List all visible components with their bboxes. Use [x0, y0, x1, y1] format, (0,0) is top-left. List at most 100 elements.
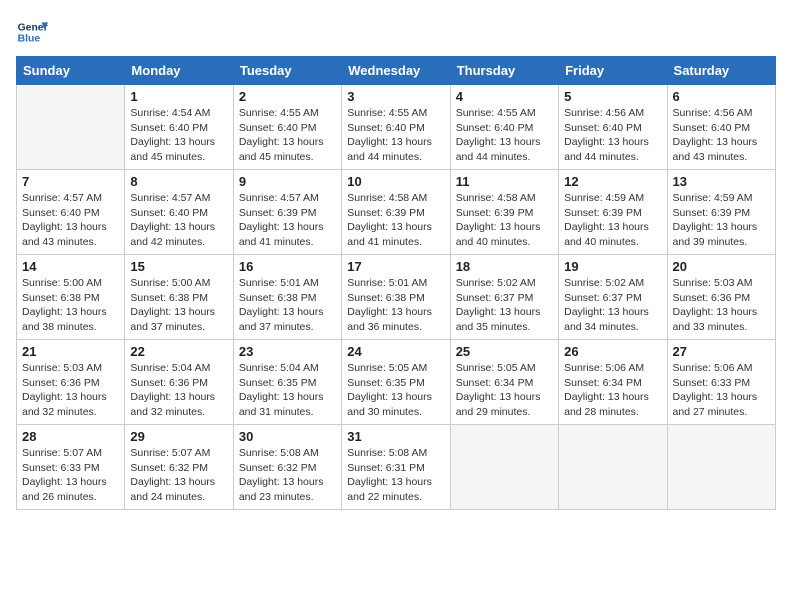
weekday-header-friday: Friday	[559, 57, 667, 85]
day-number: 19	[564, 259, 661, 274]
day-info: Sunrise: 5:05 AMSunset: 6:35 PMDaylight:…	[347, 361, 444, 420]
day-info: Sunrise: 5:05 AMSunset: 6:34 PMDaylight:…	[456, 361, 553, 420]
day-number: 2	[239, 89, 336, 104]
calendar-cell: 24 Sunrise: 5:05 AMSunset: 6:35 PMDayligh…	[342, 340, 450, 425]
calendar-cell: 26 Sunrise: 5:06 AMSunset: 6:34 PMDayligh…	[559, 340, 667, 425]
calendar-week-1: 1 Sunrise: 4:54 AMSunset: 6:40 PMDaylight…	[17, 85, 776, 170]
day-number: 16	[239, 259, 336, 274]
day-info: Sunrise: 4:56 AMSunset: 6:40 PMDaylight:…	[564, 106, 661, 165]
calendar-cell: 27 Sunrise: 5:06 AMSunset: 6:33 PMDayligh…	[667, 340, 775, 425]
day-number: 7	[22, 174, 119, 189]
calendar-week-3: 14 Sunrise: 5:00 AMSunset: 6:38 PMDayligh…	[17, 255, 776, 340]
calendar-cell: 5 Sunrise: 4:56 AMSunset: 6:40 PMDaylight…	[559, 85, 667, 170]
day-number: 29	[130, 429, 227, 444]
calendar-cell: 25 Sunrise: 5:05 AMSunset: 6:34 PMDayligh…	[450, 340, 558, 425]
day-info: Sunrise: 5:03 AMSunset: 6:36 PMDaylight:…	[673, 276, 770, 335]
weekday-header-monday: Monday	[125, 57, 233, 85]
day-info: Sunrise: 4:59 AMSunset: 6:39 PMDaylight:…	[564, 191, 661, 250]
day-number: 11	[456, 174, 553, 189]
day-info: Sunrise: 5:04 AMSunset: 6:35 PMDaylight:…	[239, 361, 336, 420]
calendar-cell: 17 Sunrise: 5:01 AMSunset: 6:38 PMDayligh…	[342, 255, 450, 340]
day-number: 23	[239, 344, 336, 359]
calendar-cell: 29Sunrise: 5:07 AMSunset: 6:32 PMDayligh…	[125, 425, 233, 510]
calendar-cell	[559, 425, 667, 510]
weekday-header-wednesday: Wednesday	[342, 57, 450, 85]
day-number: 21	[22, 344, 119, 359]
day-info: Sunrise: 5:08 AMSunset: 6:32 PMDaylight:…	[239, 446, 336, 505]
calendar-cell	[17, 85, 125, 170]
calendar-week-2: 7 Sunrise: 4:57 AMSunset: 6:40 PMDaylight…	[17, 170, 776, 255]
day-number: 31	[347, 429, 444, 444]
calendar-week-4: 21Sunrise: 5:03 AMSunset: 6:36 PMDayligh…	[17, 340, 776, 425]
day-info: Sunrise: 5:08 AMSunset: 6:31 PMDaylight:…	[347, 446, 444, 505]
logo-icon: General Blue	[16, 16, 48, 48]
calendar-cell: 14Sunrise: 5:00 AMSunset: 6:38 PMDayligh…	[17, 255, 125, 340]
calendar-cell: 30Sunrise: 5:08 AMSunset: 6:32 PMDayligh…	[233, 425, 341, 510]
day-info: Sunrise: 4:57 AMSunset: 6:39 PMDaylight:…	[239, 191, 336, 250]
day-number: 27	[673, 344, 770, 359]
day-number: 3	[347, 89, 444, 104]
calendar-cell: 8 Sunrise: 4:57 AMSunset: 6:40 PMDaylight…	[125, 170, 233, 255]
calendar-week-5: 28Sunrise: 5:07 AMSunset: 6:33 PMDayligh…	[17, 425, 776, 510]
day-info: Sunrise: 4:55 AMSunset: 6:40 PMDaylight:…	[347, 106, 444, 165]
weekday-header-row: SundayMondayTuesdayWednesdayThursdayFrid…	[17, 57, 776, 85]
day-info: Sunrise: 5:07 AMSunset: 6:33 PMDaylight:…	[22, 446, 119, 505]
day-info: Sunrise: 5:02 AMSunset: 6:37 PMDaylight:…	[456, 276, 553, 335]
page-header: General Blue	[16, 16, 776, 48]
day-info: Sunrise: 4:55 AMSunset: 6:40 PMDaylight:…	[456, 106, 553, 165]
day-number: 9	[239, 174, 336, 189]
day-info: Sunrise: 4:58 AMSunset: 6:39 PMDaylight:…	[456, 191, 553, 250]
calendar-cell: 23 Sunrise: 5:04 AMSunset: 6:35 PMDayligh…	[233, 340, 341, 425]
weekday-header-saturday: Saturday	[667, 57, 775, 85]
day-number: 15	[130, 259, 227, 274]
day-info: Sunrise: 4:57 AMSunset: 6:40 PMDaylight:…	[130, 191, 227, 250]
day-number: 8	[130, 174, 227, 189]
calendar-cell: 1 Sunrise: 4:54 AMSunset: 6:40 PMDaylight…	[125, 85, 233, 170]
day-number: 25	[456, 344, 553, 359]
day-number: 10	[347, 174, 444, 189]
day-number: 26	[564, 344, 661, 359]
day-info: Sunrise: 5:04 AMSunset: 6:36 PMDaylight:…	[130, 361, 227, 420]
calendar-cell: 31 Sunrise: 5:08 AMSunset: 6:31 PMDayligh…	[342, 425, 450, 510]
day-info: Sunrise: 5:06 AMSunset: 6:33 PMDaylight:…	[673, 361, 770, 420]
calendar-cell: 3 Sunrise: 4:55 AMSunset: 6:40 PMDaylight…	[342, 85, 450, 170]
calendar-cell: 20 Sunrise: 5:03 AMSunset: 6:36 PMDayligh…	[667, 255, 775, 340]
calendar-cell: 16 Sunrise: 5:01 AMSunset: 6:38 PMDayligh…	[233, 255, 341, 340]
calendar-cell: 28Sunrise: 5:07 AMSunset: 6:33 PMDayligh…	[17, 425, 125, 510]
weekday-header-tuesday: Tuesday	[233, 57, 341, 85]
day-info: Sunrise: 4:55 AMSunset: 6:40 PMDaylight:…	[239, 106, 336, 165]
day-number: 5	[564, 89, 661, 104]
calendar-cell: 12 Sunrise: 4:59 AMSunset: 6:39 PMDayligh…	[559, 170, 667, 255]
calendar-cell: 4 Sunrise: 4:55 AMSunset: 6:40 PMDaylight…	[450, 85, 558, 170]
calendar-cell: 19Sunrise: 5:02 AMSunset: 6:37 PMDayligh…	[559, 255, 667, 340]
day-info: Sunrise: 4:56 AMSunset: 6:40 PMDaylight:…	[673, 106, 770, 165]
weekday-header-thursday: Thursday	[450, 57, 558, 85]
svg-text:Blue: Blue	[18, 34, 41, 45]
day-number: 1	[130, 89, 227, 104]
calendar-cell: 10Sunrise: 4:58 AMSunset: 6:39 PMDayligh…	[342, 170, 450, 255]
day-info: Sunrise: 5:06 AMSunset: 6:34 PMDaylight:…	[564, 361, 661, 420]
day-info: Sunrise: 4:54 AMSunset: 6:40 PMDaylight:…	[130, 106, 227, 165]
day-number: 4	[456, 89, 553, 104]
calendar-cell: 22 Sunrise: 5:04 AMSunset: 6:36 PMDayligh…	[125, 340, 233, 425]
day-info: Sunrise: 5:01 AMSunset: 6:38 PMDaylight:…	[347, 276, 444, 335]
day-info: Sunrise: 4:59 AMSunset: 6:39 PMDaylight:…	[673, 191, 770, 250]
calendar-cell: 18 Sunrise: 5:02 AMSunset: 6:37 PMDayligh…	[450, 255, 558, 340]
day-number: 24	[347, 344, 444, 359]
calendar-cell: 15 Sunrise: 5:00 AMSunset: 6:38 PMDayligh…	[125, 255, 233, 340]
day-number: 20	[673, 259, 770, 274]
day-number: 22	[130, 344, 227, 359]
calendar-cell: 6Sunrise: 4:56 AMSunset: 6:40 PMDaylight…	[667, 85, 775, 170]
day-info: Sunrise: 4:57 AMSunset: 6:40 PMDaylight:…	[22, 191, 119, 250]
calendar-cell	[667, 425, 775, 510]
day-number: 13	[673, 174, 770, 189]
calendar-cell: 2 Sunrise: 4:55 AMSunset: 6:40 PMDaylight…	[233, 85, 341, 170]
day-number: 14	[22, 259, 119, 274]
day-info: Sunrise: 5:00 AMSunset: 6:38 PMDaylight:…	[130, 276, 227, 335]
calendar-cell: 7 Sunrise: 4:57 AMSunset: 6:40 PMDaylight…	[17, 170, 125, 255]
day-number: 12	[564, 174, 661, 189]
calendar-cell: 13 Sunrise: 4:59 AMSunset: 6:39 PMDayligh…	[667, 170, 775, 255]
day-number: 17	[347, 259, 444, 274]
day-info: Sunrise: 5:01 AMSunset: 6:38 PMDaylight:…	[239, 276, 336, 335]
day-number: 18	[456, 259, 553, 274]
